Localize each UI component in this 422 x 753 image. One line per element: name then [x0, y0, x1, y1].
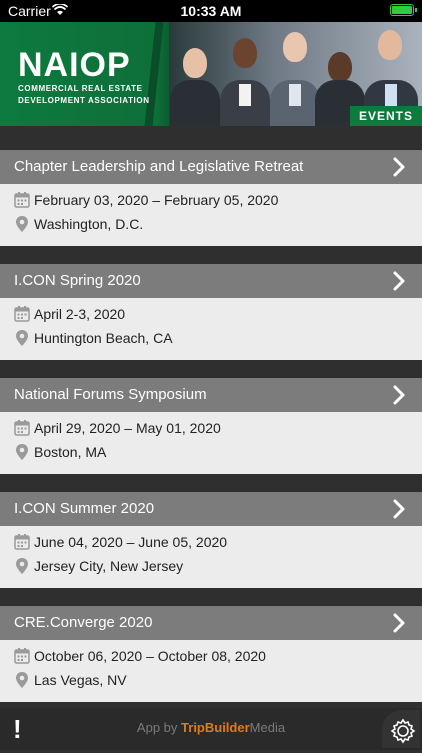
event-card[interactable]: I.CON Spring 2020 April 2-3, 2020 Huntin… [0, 264, 422, 360]
logo-sub-line2: DEVELOPMENT ASSOCIATION [18, 96, 150, 105]
logo-name: NAIOP [18, 46, 131, 84]
event-card[interactable]: National Forums Symposium April 29, 2020… [0, 378, 422, 474]
event-details: June 04, 2020 – June 05, 2020 Jersey Cit… [0, 526, 422, 588]
event-title: National Forums Symposium [14, 386, 207, 403]
map-pin-icon [16, 330, 28, 346]
person-figure [170, 40, 220, 126]
event-date: April 29, 2020 – May 01, 2020 [34, 420, 221, 436]
event-title: I.CON Summer 2020 [14, 500, 155, 517]
map-pin-icon [16, 216, 28, 232]
person-figure [270, 30, 320, 126]
calendar-icon [14, 534, 30, 550]
chevron-right-icon [393, 271, 405, 291]
event-location: Huntington Beach, CA [34, 330, 173, 346]
credit-brand: TripBuilder [181, 720, 250, 735]
event-title-bar[interactable]: I.CON Summer 2020 [0, 492, 422, 526]
person-figure [220, 34, 270, 126]
naiop-logo: NAIOP COMMERCIAL REAL ESTATE DEVELOPMENT… [18, 48, 150, 106]
event-title-bar[interactable]: CRE.Converge 2020 [0, 606, 422, 640]
map-pin-icon [16, 444, 28, 460]
event-details: October 06, 2020 – October 08, 2020 Las … [0, 640, 422, 702]
event-title-bar[interactable]: I.CON Spring 2020 [0, 264, 422, 298]
event-details: February 03, 2020 – February 05, 2020 Wa… [0, 184, 422, 246]
gear-icon [390, 718, 416, 744]
event-date: June 04, 2020 – June 05, 2020 [34, 534, 228, 550]
event-card[interactable]: I.CON Summer 2020 June 04, 2020 – June 0… [0, 492, 422, 588]
status-bar: Carrier 10:33 AM [0, 0, 422, 22]
footer-bar: ! App by TripBuilderMedia [0, 708, 422, 750]
event-card[interactable]: CRE.Converge 2020 October 06, 2020 – Oct… [0, 606, 422, 702]
calendar-icon [14, 420, 30, 436]
event-details: April 2-3, 2020 Huntington Beach, CA [0, 298, 422, 360]
event-date: February 03, 2020 – February 05, 2020 [34, 192, 279, 208]
calendar-icon [14, 306, 30, 322]
event-title-bar[interactable]: National Forums Symposium [0, 378, 422, 412]
event-date: April 2-3, 2020 [34, 306, 126, 322]
event-details: April 29, 2020 – May 01, 2020 Boston, MA [0, 412, 422, 474]
event-date: October 06, 2020 – October 08, 2020 [34, 648, 266, 664]
logo-sub-line1: COMMERCIAL REAL ESTATE [18, 84, 143, 93]
calendar-icon [14, 192, 30, 208]
event-location: Las Vegas, NV [34, 672, 127, 688]
credit-suffix: Media [249, 720, 286, 735]
map-pin-icon [16, 558, 28, 574]
settings-button[interactable] [382, 710, 420, 748]
event-location: Washington, D.C. [34, 216, 144, 232]
battery-icon [390, 4, 417, 16]
map-pin-icon [16, 672, 28, 688]
chevron-right-icon [393, 613, 405, 633]
event-title-bar[interactable]: Chapter Leadership and Legislative Retre… [0, 150, 422, 184]
event-location: Boston, MA [34, 444, 107, 460]
event-location: Jersey City, New Jersey [34, 558, 184, 574]
event-title: CRE.Converge 2020 [14, 614, 153, 631]
event-title: Chapter Leadership and Legislative Retre… [14, 158, 304, 175]
chevron-right-icon [393, 385, 405, 405]
app-credit: App by TripBuilderMedia [0, 720, 422, 735]
events-tag: EVENTS [350, 106, 422, 126]
event-title: I.CON Spring 2020 [14, 272, 141, 289]
clock: 10:33 AM [180, 3, 242, 19]
event-card[interactable]: Chapter Leadership and Legislative Retre… [0, 150, 422, 246]
chevron-right-icon [393, 499, 405, 519]
chevron-right-icon [393, 157, 405, 177]
credit-prefix: App by [136, 720, 178, 735]
header-banner: NAIOP COMMERCIAL REAL ESTATE DEVELOPMENT… [0, 22, 422, 126]
calendar-icon [14, 648, 30, 664]
